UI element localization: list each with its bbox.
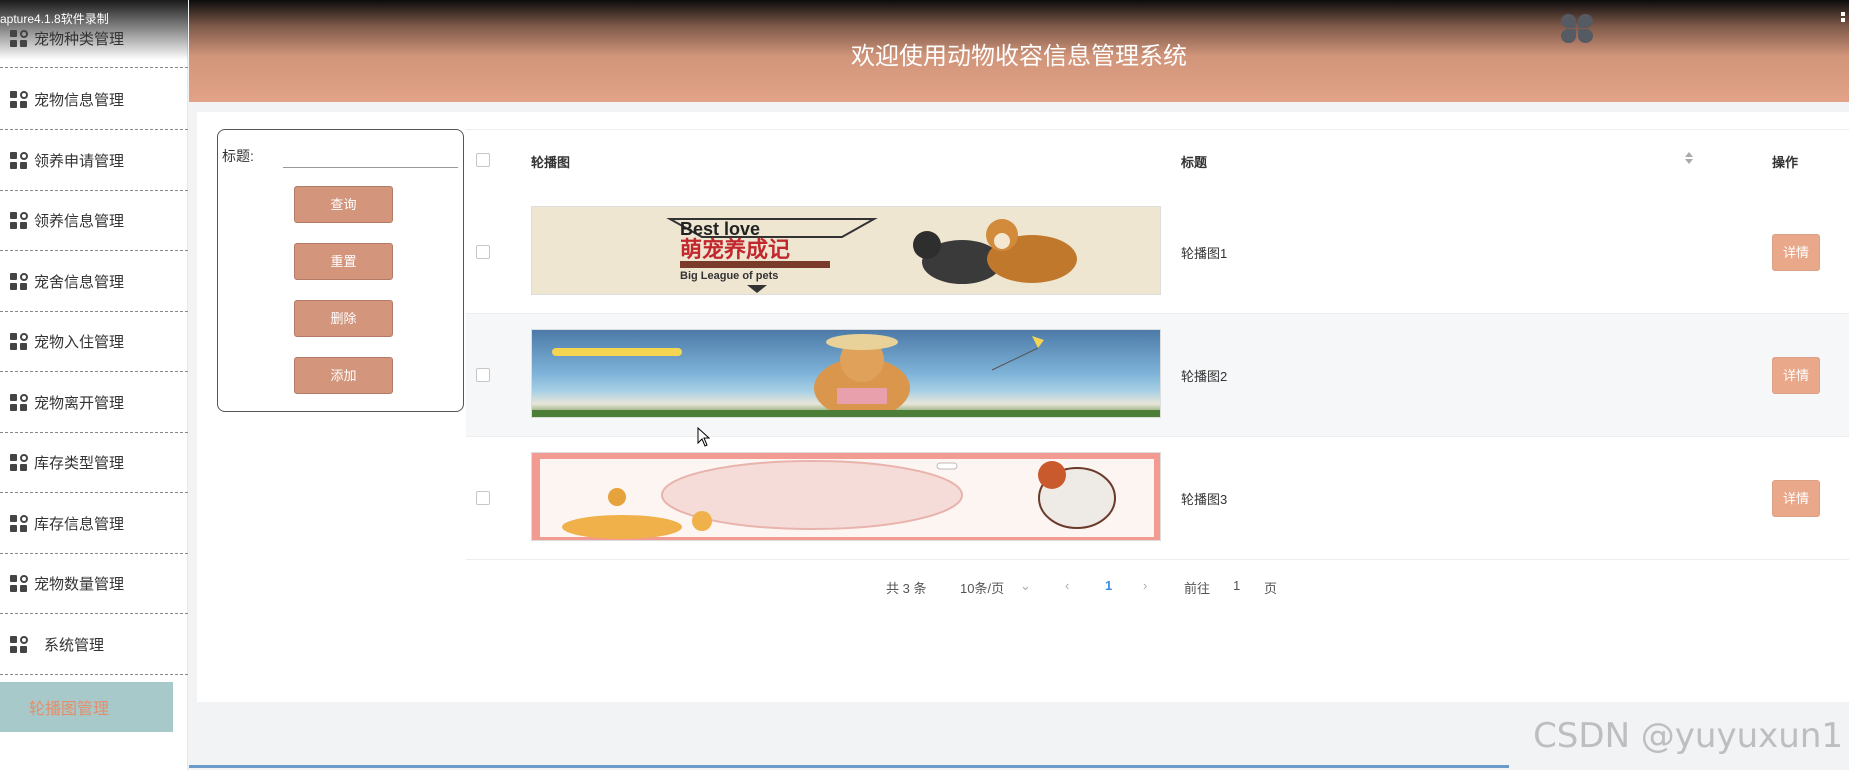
menu-grid-icon [10, 151, 28, 170]
cursor-icon [697, 427, 711, 447]
detail-button[interactable]: 详情 [1772, 357, 1820, 394]
sort-icon[interactable] [1685, 151, 1693, 165]
page-title: 欢迎使用动物收容信息管理系统 [851, 43, 1187, 70]
sidebar-item-pet-info[interactable]: 宠物信息管理 [0, 70, 188, 130]
delete-button[interactable]: 删除 [294, 300, 393, 337]
search-panel: 标题: 查询 重置 删除 添加 [217, 129, 464, 412]
sidebar-item-label: 系统管理 [44, 637, 105, 654]
sidebar-item-label: 宠物信息管理 [34, 92, 125, 109]
menu-grid-icon [10, 90, 28, 109]
chevron-down-icon[interactable]: ⌄ [1020, 578, 1031, 594]
sidebar-item-label: 库存类型管理 [34, 455, 125, 472]
carousel-image [531, 452, 1161, 541]
menu-grid-icon [10, 29, 28, 48]
row-checkbox[interactable] [476, 368, 490, 382]
menu-grid-icon [10, 211, 28, 230]
search-label: 标题: [222, 148, 254, 164]
pager-total: 共 3 条 [886, 581, 927, 596]
watermark: CSDN @yuyuxun1 [1533, 716, 1843, 756]
svg-text:Big League of pets: Big League of pets [680, 270, 778, 282]
row-title: 轮播图1 [1181, 246, 1228, 261]
app-window: apture4.1.8软件录制 宠物种类管理 宠物信息管理 领养申请管理 领养信… [0, 0, 1849, 770]
sidebar-item-pet-checkin[interactable]: 宠物入住管理 [0, 312, 188, 372]
sidebar-item-label: 库存信息管理 [34, 516, 125, 533]
clover-icon[interactable] [1561, 14, 1595, 44]
menu-grid-icon [10, 635, 28, 654]
svg-text:萌宠养成记: 萌宠养成记 [680, 237, 790, 263]
reset-button[interactable]: 重置 [294, 243, 393, 280]
menu-grid-icon [10, 332, 28, 351]
menu-grid-icon [10, 574, 28, 593]
detail-button[interactable]: 详情 [1772, 480, 1820, 517]
select-all-checkbox[interactable] [476, 153, 490, 167]
goto-prefix: 前往 [1184, 581, 1211, 596]
menu-grid-icon [10, 393, 28, 412]
sidebar-item-kennel-info[interactable]: 宠舍信息管理 [0, 252, 188, 312]
sidebar-item-label: 领养信息管理 [34, 213, 125, 230]
table-row: 轮播图2 详情 [466, 314, 1849, 437]
column-header-title[interactable]: 标题 [1181, 152, 1207, 171]
bottom-progress-line [189, 765, 1509, 768]
more-icon[interactable] [1841, 12, 1847, 26]
carousel-image: Best love 萌宠养成记 Big League of pets [531, 206, 1161, 295]
menu-grid-icon [10, 514, 28, 533]
data-table: 轮播图 标题 操作 Best love 萌宠养成记 Big League of … [466, 129, 1849, 560]
goto-suffix: 页 [1264, 581, 1278, 596]
column-header-action: 操作 [1772, 155, 1799, 170]
sidebar-item-label: 轮播图管理 [29, 701, 110, 718]
sidebar-item-adoption-info[interactable]: 领养信息管理 [0, 191, 188, 251]
column-header-image: 轮播图 [531, 155, 571, 170]
recording-label: apture4.1.8软件录制 [0, 12, 109, 26]
sidebar-item-label: 宠物数量管理 [34, 576, 125, 593]
sidebar-item-label: 宠物种类管理 [34, 31, 125, 48]
next-page-icon[interactable]: › [1143, 578, 1147, 593]
sidebar-item-label: 宠舍信息管理 [34, 274, 125, 291]
sidebar-item-stock-info[interactable]: 库存信息管理 [0, 494, 188, 554]
main-content: 标题: 查询 重置 删除 添加 轮播图 标题 操作 Best love 萌宠养成… [197, 112, 1849, 702]
page-size-select[interactable]: 10条/页 [960, 578, 1004, 597]
sidebar-item-label: 领养申请管理 [34, 153, 125, 170]
pagination: 共 3 条 10条/页 ⌄ ‹ 1 › 前往 1 页 [197, 578, 1849, 598]
sidebar-item-pet-count[interactable]: 宠物数量管理 [0, 554, 188, 614]
sidebar-item-adoption-apply[interactable]: 领养申请管理 [0, 131, 188, 191]
sidebar-item-label: 宠物离开管理 [34, 395, 125, 412]
add-button[interactable]: 添加 [294, 357, 393, 394]
sidebar-item-label: 宠物入住管理 [34, 334, 125, 351]
sidebar: apture4.1.8软件录制 宠物种类管理 宠物信息管理 领养申请管理 领养信… [0, 0, 188, 770]
sidebar-item-pet-checkout[interactable]: 宠物离开管理 [0, 373, 188, 433]
table-header: 轮播图 标题 操作 [466, 129, 1849, 191]
sidebar-item-carousel[interactable]: 轮播图管理 [0, 682, 173, 732]
prev-page-icon[interactable]: ‹ [1065, 578, 1069, 593]
table-row: 轮播图3 详情 [466, 437, 1849, 560]
banner-1-artwork: Best love 萌宠养成记 Big League of pets [666, 218, 1077, 293]
row-title: 轮播图2 [1181, 369, 1228, 384]
menu-grid-icon [10, 453, 28, 472]
query-button[interactable]: 查询 [294, 186, 393, 223]
banner-2-artwork [532, 334, 1160, 417]
row-title: 轮播图3 [1181, 492, 1228, 507]
svg-text:Best love: Best love [680, 219, 760, 239]
goto-page-input[interactable]: 1 [1233, 578, 1240, 593]
table-row: Best love 萌宠养成记 Big League of pets 轮播图1 … [466, 191, 1849, 314]
banner-3-artwork [540, 459, 1154, 539]
row-checkbox[interactable] [476, 491, 490, 505]
current-page[interactable]: 1 [1105, 578, 1112, 593]
search-input[interactable] [283, 142, 458, 168]
sidebar-item-stock-type[interactable]: 库存类型管理 [0, 433, 188, 493]
header: 欢迎使用动物收容信息管理系统 [189, 0, 1849, 102]
menu-grid-icon [10, 272, 28, 291]
sidebar-item-system[interactable]: 系统管理 [0, 615, 188, 675]
row-checkbox[interactable] [476, 245, 490, 259]
carousel-image [531, 329, 1161, 418]
detail-button[interactable]: 详情 [1772, 234, 1820, 271]
